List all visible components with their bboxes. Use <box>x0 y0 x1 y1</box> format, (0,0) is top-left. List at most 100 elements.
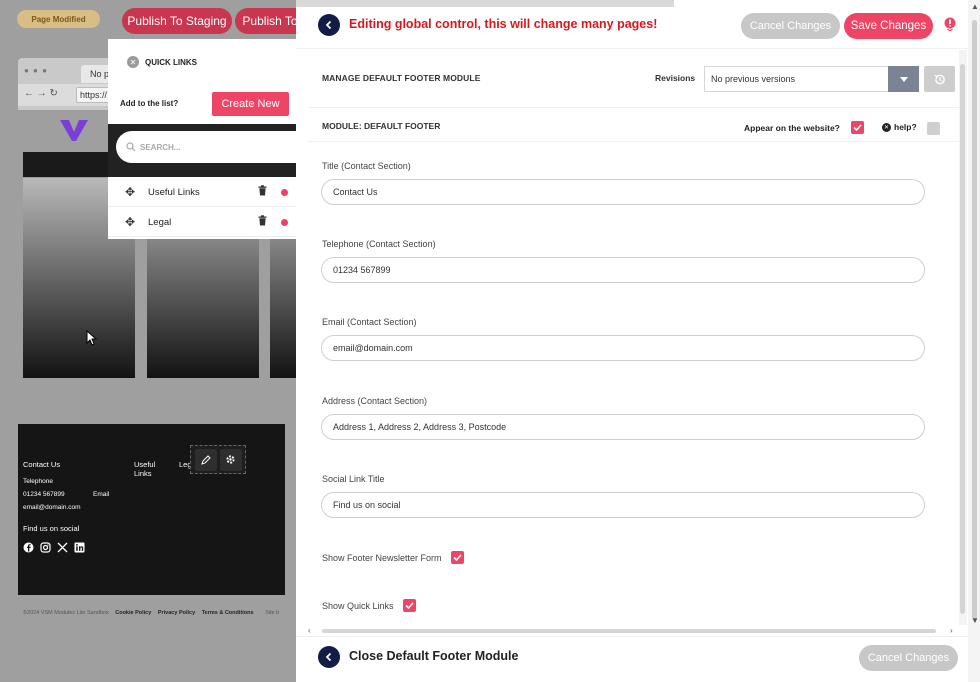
gear-settings-icon[interactable] <box>219 448 242 471</box>
close-module-label: Close Default Footer Module <box>349 649 519 663</box>
browser-nav-icons: ← → ↻ <box>24 88 58 99</box>
help-label: help? <box>894 122 917 132</box>
facebook-icon[interactable] <box>23 542 34 553</box>
footer-email-value: email@domain.com <box>23 504 81 511</box>
list-item-label: Useful Links <box>148 187 200 198</box>
cancel-changes-button[interactable]: Cancel Changes <box>741 13 840 39</box>
save-changes-button[interactable]: Save Changes <box>844 13 933 39</box>
social-title-field-label: Social Link Title <box>322 474 385 484</box>
checkmark-icon <box>452 554 462 561</box>
module-edit-toolbar <box>190 445 246 474</box>
privacy-policy-link[interactable]: Privacy Policy <box>158 610 195 616</box>
list-item-label: Legal <box>148 217 172 228</box>
scroll-down-arrow-icon[interactable]: ▼ <box>971 616 979 625</box>
manage-module-title: MANAGE DEFAULT FOOTER MODULE <box>322 73 481 83</box>
footer-copyright: ©2024 VSM Modules Lite Sandbox Cookie Po… <box>23 610 280 616</box>
email-field-label: Email (Contact Section) <box>322 317 417 327</box>
footer-telephone-value: 01234 567899 <box>23 491 65 498</box>
trash-icon[interactable] <box>258 215 267 229</box>
help-toggle[interactable]: ✕ help? <box>882 122 917 132</box>
mouse-cursor-icon <box>86 330 98 346</box>
close-module-button[interactable] <box>318 646 340 668</box>
telephone-field[interactable] <box>321 257 925 283</box>
browser-mockup: ● ● ● No page ← → ↻ https:// <box>18 58 131 110</box>
revisions-label: Revisions <box>655 73 696 83</box>
panel-scroll-area: MANAGE DEFAULT FOOTER MODULE Revisions N… <box>308 50 960 625</box>
email-field[interactable] <box>321 335 925 361</box>
search-placeholder: SEARCH... <box>140 142 181 152</box>
restore-revision-button[interactable] <box>924 66 955 92</box>
quick-links-panel: ✕ QUICK LINKS Add to the list? Create Ne… <box>108 39 300 239</box>
address-field-label: Address (Contact Section) <box>322 396 428 406</box>
quick-links-title: QUICK LINKS <box>145 57 197 67</box>
back-button[interactable] <box>318 14 340 36</box>
scroll-left-arrow-icon[interactable]: ‹ <box>308 626 311 635</box>
terms-link[interactable]: Terms & Conditions <box>202 610 254 616</box>
chevron-left-icon <box>325 652 332 662</box>
drag-move-icon[interactable]: ✥ <box>125 185 135 199</box>
footer-social-icons <box>23 542 85 553</box>
module-edit-panel: Editing global control, this will change… <box>296 0 980 682</box>
newsletter-toggle-row: Show Footer Newsletter Form <box>322 551 464 564</box>
list-item[interactable]: ✥ Legal <box>108 208 300 237</box>
newsletter-toggle-label: Show Footer Newsletter Form <box>322 552 442 563</box>
close-icon[interactable]: ✕ <box>127 56 139 68</box>
outer-vertical-scrollbar[interactable]: ▲ ▼ <box>968 0 980 682</box>
quick-links-checkbox[interactable] <box>402 599 416 612</box>
help-checkbox[interactable] <box>927 122 940 135</box>
footer-cancel-changes-button[interactable]: Cancel Changes <box>859 645 958 671</box>
revisions-dropdown-button[interactable] <box>888 66 919 92</box>
alert-bell-icon[interactable] <box>944 17 956 33</box>
page-modified-badge: Page Modified <box>17 10 100 28</box>
appear-on-website-label: Appear on the website? <box>744 123 840 133</box>
social-title-field[interactable] <box>321 492 925 518</box>
quick-links-toggle-row: Show Quick Links <box>322 599 416 612</box>
panel-footer: Close Default Footer Module Cancel Chang… <box>296 636 968 682</box>
scroll-up-arrow-icon[interactable]: ▲ <box>971 2 979 11</box>
x-twitter-icon[interactable] <box>57 542 68 553</box>
instagram-icon[interactable] <box>40 542 51 553</box>
chevron-left-icon <box>325 20 332 30</box>
pencil-edit-icon[interactable] <box>194 448 217 471</box>
help-x-icon: ✕ <box>882 122 891 132</box>
history-icon <box>934 74 945 84</box>
add-to-list-label: Add to the list? <box>120 99 179 108</box>
module-title: MODULE: DEFAULT FOOTER <box>322 121 441 131</box>
publish-to-staging-button[interactable]: Publish To Staging <box>122 8 232 34</box>
panel-header: Editing global control, this will change… <box>296 7 980 49</box>
footer-contact-heading: Contact Us <box>23 460 61 469</box>
quick-links-toggle-label: Show Quick Links <box>322 600 394 611</box>
drag-move-icon[interactable]: ✥ <box>125 215 135 229</box>
footer-telephone-label: Telephone <box>23 478 53 485</box>
horizontal-scrollbar[interactable]: ‹ › <box>308 626 954 635</box>
telephone-field-label: Telephone (Contact Section) <box>322 239 436 249</box>
site-by-text: Site b <box>265 610 280 616</box>
publish-to-live-button[interactable]: Publish To <box>235 8 300 34</box>
appear-on-website-checkbox[interactable] <box>851 121 864 134</box>
linkedin-icon[interactable] <box>74 542 85 553</box>
quick-links-search-input[interactable]: SEARCH... <box>116 131 300 163</box>
status-dot <box>281 219 288 226</box>
window-dots-icon: ● ● ● <box>24 66 48 75</box>
scroll-right-arrow-icon[interactable]: › <box>950 626 953 635</box>
newsletter-checkbox[interactable] <box>450 551 464 564</box>
address-field[interactable] <box>321 414 925 440</box>
create-new-button[interactable]: Create New <box>212 92 289 116</box>
footer-useful-heading: Useful Links <box>134 460 156 478</box>
status-dot <box>281 189 288 196</box>
search-icon <box>126 142 136 152</box>
revisions-select[interactable]: No previous versions <box>704 66 889 92</box>
trash-icon[interactable] <box>258 185 267 199</box>
inner-vertical-scrollbar[interactable] <box>959 50 967 625</box>
site-logo-icon <box>60 120 88 141</box>
title-field[interactable] <box>321 179 925 205</box>
quick-links-header: ✕ QUICK LINKS <box>127 56 197 68</box>
footer-social-title: Find us on social <box>23 524 80 533</box>
cookie-policy-link[interactable]: Cookie Policy <box>115 610 151 616</box>
checkmark-icon <box>404 602 414 609</box>
caret-down-icon <box>899 76 908 82</box>
checkmark-icon <box>853 124 862 131</box>
global-control-warning: Editing global control, this will change… <box>349 17 658 31</box>
footer-email-label: Email <box>93 491 110 498</box>
list-item[interactable]: ✥ Useful Links <box>108 178 300 207</box>
